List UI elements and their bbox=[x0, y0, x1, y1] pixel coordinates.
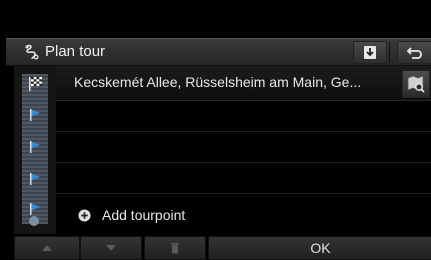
delete-button[interactable] bbox=[144, 236, 206, 260]
add-tourpoint-label: Add tourpoint bbox=[102, 207, 186, 223]
back-arrow-icon bbox=[406, 46, 422, 59]
blue-flag-icon bbox=[30, 109, 40, 121]
ok-button[interactable]: OK bbox=[208, 236, 431, 260]
save-download-icon bbox=[364, 46, 376, 59]
move-up-button[interactable] bbox=[14, 236, 80, 260]
move-down-button[interactable] bbox=[80, 236, 142, 260]
route-icon bbox=[25, 44, 39, 59]
route-rail bbox=[14, 66, 56, 234]
status-bar bbox=[0, 0, 431, 36]
destination-label: Kecskemét Allee, Rüsselsheim am Main, Ge… bbox=[74, 74, 362, 90]
arrow-up-icon bbox=[42, 245, 52, 251]
blue-flag-icon bbox=[30, 203, 40, 215]
title-group: Plan tour bbox=[24, 43, 105, 60]
blue-flag-icon bbox=[30, 173, 40, 185]
arrow-down-icon bbox=[106, 245, 116, 251]
bottom-toolbar: OK bbox=[0, 236, 431, 260]
plus-circle-icon bbox=[78, 209, 91, 222]
route-start-marker bbox=[29, 216, 39, 226]
add-tourpoint-button[interactable]: Add tourpoint bbox=[56, 202, 431, 232]
destination-row[interactable]: Kecskemét Allee, Rüsselsheim am Main, Ge… bbox=[56, 66, 431, 101]
trash-icon bbox=[171, 243, 179, 254]
tourpoint-rows: Kecskemét Allee, Rüsselsheim am Main, Ge… bbox=[56, 66, 431, 194]
map-search-button[interactable] bbox=[402, 70, 430, 98]
ok-label: OK bbox=[310, 240, 331, 256]
tour-list: Kecskemét Allee, Rüsselsheim am Main, Ge… bbox=[14, 66, 431, 234]
empty-tourpoint-row bbox=[56, 163, 431, 194]
map-search-icon bbox=[407, 75, 425, 93]
save-button[interactable] bbox=[353, 41, 387, 64]
back-button[interactable] bbox=[397, 41, 431, 64]
header-divider bbox=[389, 42, 390, 62]
blue-flag-icon bbox=[30, 141, 40, 153]
page-title: Plan tour bbox=[45, 43, 106, 60]
empty-tourpoint-row bbox=[56, 101, 431, 132]
empty-tourpoint-row bbox=[56, 132, 431, 163]
checkered-flag-icon bbox=[29, 77, 42, 91]
header-bar: Plan tour bbox=[6, 38, 431, 66]
